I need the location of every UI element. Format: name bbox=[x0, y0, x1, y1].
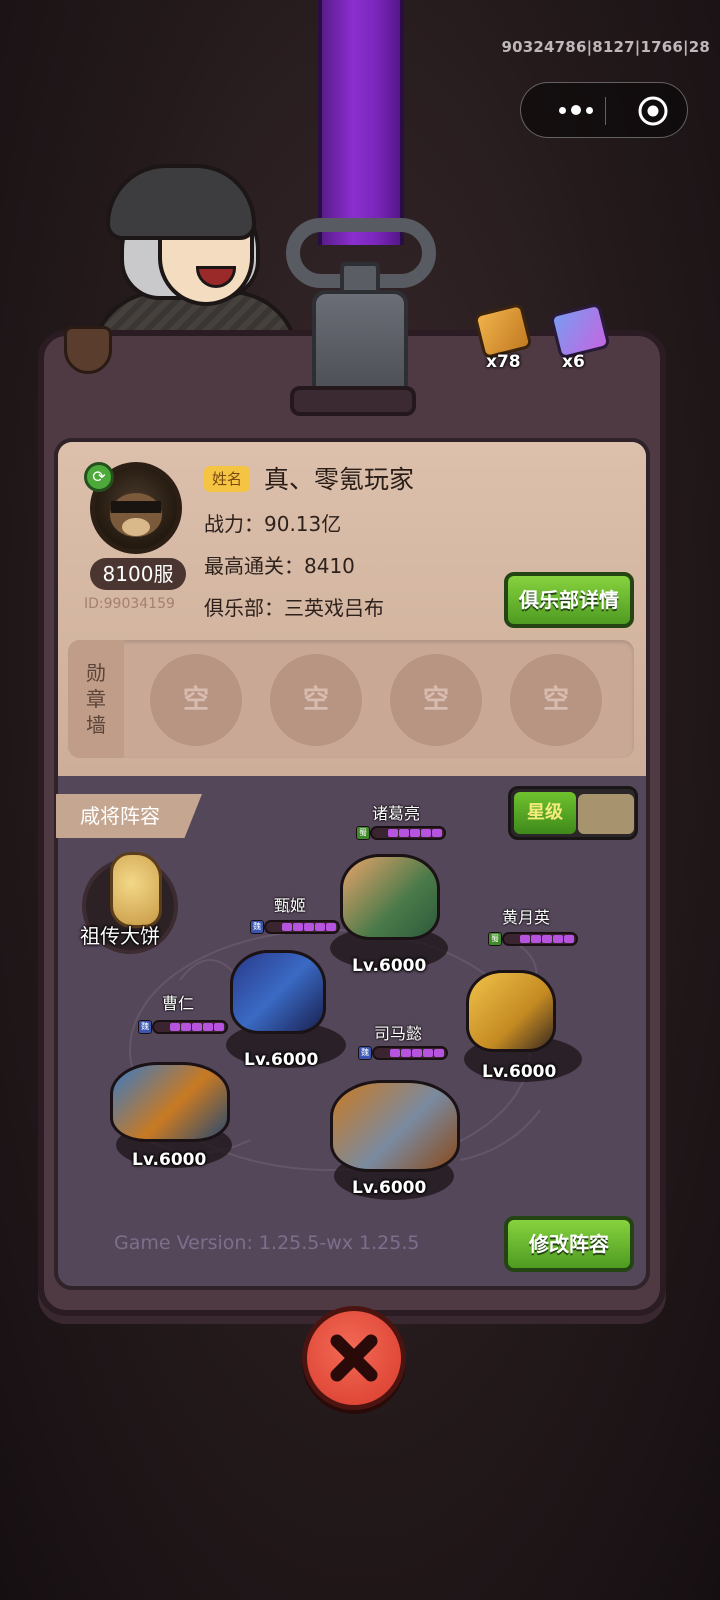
hero-sprite-zhenji[interactable] bbox=[230, 950, 326, 1034]
hero-name: 司马懿 bbox=[374, 1024, 423, 1043]
miniprogram-capsule bbox=[520, 82, 688, 138]
highest-stage-stat: 最高通关：8410 bbox=[204, 554, 355, 578]
server-badge: 8100服 bbox=[90, 558, 186, 590]
gold-ingot-count: x78 bbox=[486, 352, 521, 372]
close-button[interactable] bbox=[302, 1306, 406, 1410]
power-stat: 战力：90.13亿 bbox=[204, 512, 342, 536]
faction-badge: 蜀 bbox=[488, 932, 502, 946]
club-details-button[interactable]: 俱乐部详情 bbox=[504, 572, 634, 628]
hero-level: Lv.6000 bbox=[244, 1050, 319, 1070]
hero-name: 诸葛亮 bbox=[372, 804, 421, 823]
npc-cap bbox=[106, 164, 256, 240]
medal-wall-label: 勋章墙 bbox=[86, 661, 106, 737]
book-icon[interactable] bbox=[64, 326, 112, 374]
item-pie-label: 祖传大饼 bbox=[80, 924, 160, 948]
more-icon[interactable] bbox=[551, 93, 601, 127]
hero-level: Lv.6000 bbox=[352, 956, 427, 976]
medal-slot[interactable]: 空 bbox=[270, 654, 362, 746]
hero-sprite-huangyueying[interactable] bbox=[466, 970, 556, 1052]
player-name: 真、零氪玩家 bbox=[264, 465, 415, 494]
hero-level: Lv.6000 bbox=[482, 1062, 557, 1082]
star-bar bbox=[370, 826, 446, 840]
star-bar bbox=[264, 920, 340, 934]
crystal-ticket-count: x6 bbox=[562, 352, 585, 372]
pie-icon bbox=[110, 852, 162, 928]
hero-level: Lv.6000 bbox=[352, 1178, 427, 1198]
hero-name: 黄月英 bbox=[502, 908, 551, 927]
faction-badge: 魏 bbox=[358, 1046, 372, 1060]
player-id: ID:99034159 bbox=[84, 596, 175, 612]
hero-name: 甄姬 bbox=[274, 896, 307, 915]
target-icon[interactable] bbox=[637, 95, 669, 127]
hero-sprite-orange-mech[interactable] bbox=[330, 1080, 460, 1172]
star-bar bbox=[152, 1020, 228, 1034]
lineup-tab[interactable]: 咸将阵容 bbox=[56, 794, 202, 838]
hero-name: 曹仁 bbox=[162, 994, 195, 1013]
star-bar bbox=[502, 932, 578, 946]
medal-slot[interactable]: 空 bbox=[510, 654, 602, 746]
faction-badge: 魏 bbox=[250, 920, 264, 934]
star-toggle-label[interactable]: 星级 bbox=[514, 792, 576, 834]
club-stat: 俱乐部：三英戏吕布 bbox=[204, 596, 384, 620]
close-icon bbox=[330, 1334, 378, 1382]
medal-slot[interactable]: 空 bbox=[150, 654, 242, 746]
hero-sprite-zhugeliang[interactable] bbox=[340, 854, 440, 940]
capsule-divider bbox=[605, 97, 606, 125]
name-tag: 姓名 bbox=[204, 466, 250, 492]
faction-badge: 魏 bbox=[138, 1020, 152, 1034]
debug-text: 90324786|8127|1766|28 bbox=[501, 38, 710, 56]
faction-badge: 蜀 bbox=[356, 826, 370, 840]
star-bar bbox=[372, 1046, 448, 1060]
edit-lineup-button[interactable]: 修改阵容 bbox=[504, 1216, 634, 1272]
medal-slot[interactable]: 空 bbox=[390, 654, 482, 746]
hero-sprite-blue-mech[interactable] bbox=[110, 1062, 230, 1142]
swap-icon[interactable]: ⟳ bbox=[84, 462, 114, 492]
lanyard-strap bbox=[318, 0, 404, 245]
hero-level: Lv.6000 bbox=[132, 1150, 207, 1170]
star-toggle-knob[interactable] bbox=[578, 794, 634, 834]
lanyard-clip bbox=[312, 290, 408, 400]
card-slot-hole bbox=[290, 386, 416, 416]
game-version: Game Version: 1.25.5-wx 1.25.5 bbox=[114, 1232, 420, 1254]
